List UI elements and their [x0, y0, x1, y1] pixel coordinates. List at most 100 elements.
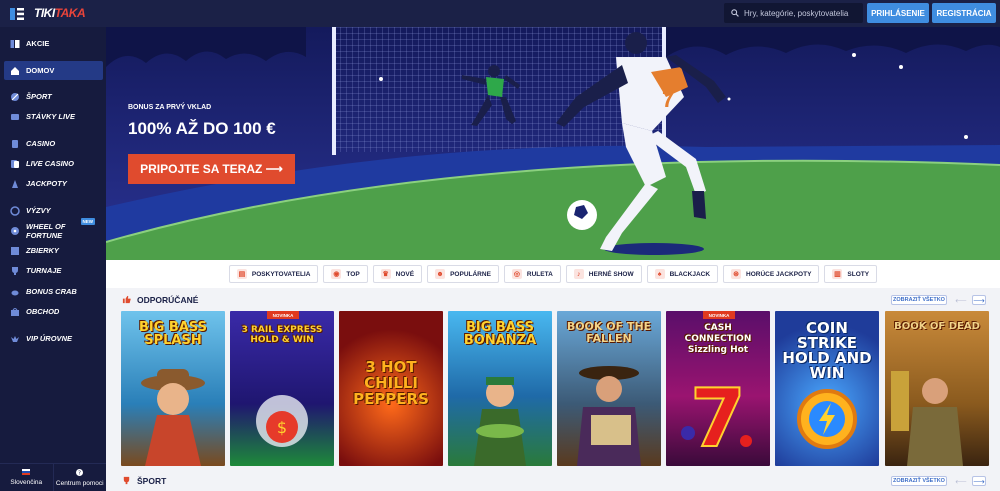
sidebar-item-wheel-of-fortune[interactable]: WHEEL OF FORTUNE NEW	[4, 218, 103, 240]
sidebar-item-label: ZBIERKY	[26, 246, 59, 255]
category-label: TOP	[346, 270, 360, 278]
category-hot-jackpots[interactable]: ⊛ HORÚCE JACKPOTY	[723, 265, 820, 283]
show-all-sport-button[interactable]: ZOBRAZIŤ VŠETKO	[891, 476, 947, 486]
home-icon	[10, 66, 20, 76]
category-bar: ▤ POSKYTOVATELIA ◉ TOP ♛ NOVÉ ☻ POPULÁRNE ◎ R…	[106, 260, 1000, 288]
trophy-icon	[122, 476, 131, 487]
vip-icon	[10, 334, 20, 344]
game-title: 3 HOT CHILLI PEPPERS	[353, 358, 429, 408]
sidebar-item-label: DOMOV	[26, 66, 55, 75]
category-game-show[interactable]: ♪ HERNÉ SHOW	[565, 265, 642, 283]
hero-title: 100% AŽ DO 100 €	[128, 119, 276, 138]
category-label: NOVÉ	[395, 270, 415, 278]
category-slots[interactable]: ▥ SLOTY	[824, 265, 878, 283]
sidebar-item-stavky-live[interactable]: STÁVKY LIVE	[4, 107, 103, 126]
category-label: SLOTY	[847, 270, 870, 278]
svg-text:7: 7	[690, 372, 746, 465]
sidebar-item-sport[interactable]: ŠPORT	[4, 87, 103, 106]
challenges-icon	[10, 205, 20, 216]
game-tile-3-rail-express[interactable]: NOVINKA 3 RAIL EXPRESS HOLD & WIN $	[230, 311, 334, 466]
crab-icon	[10, 287, 20, 297]
sidebar-item-label: JACKPOTY	[26, 179, 67, 188]
category-top[interactable]: ◉ TOP	[323, 265, 368, 283]
game-art	[891, 371, 963, 466]
jackpot-icon	[10, 179, 20, 189]
game-art	[797, 389, 857, 449]
top-bar: TIKITAKA PRIHLÁSENIE REGISTRÁCIA	[0, 0, 1000, 27]
game-tile-coin-strike[interactable]: COIN STRIKE HOLD AND WIN	[775, 311, 879, 466]
wheel-icon	[10, 226, 20, 236]
sidebar-item-vip-urovne[interactable]: VIP ÚROVNE	[4, 329, 103, 348]
sports-ball-icon	[10, 92, 20, 102]
game-tile-3-hot-chilli-peppers[interactable]: 3 HOT CHILLI PEPPERS	[339, 311, 443, 466]
search-input[interactable]	[744, 8, 863, 18]
search-icon	[731, 4, 739, 22]
sidebar-item-label: VIP ÚROVNE	[26, 334, 72, 343]
svg-text:?: ?	[78, 470, 81, 475]
game-tile-big-bass-splash[interactable]: BIG BASS SPLASH	[121, 311, 225, 466]
popular-icon: ☻	[435, 269, 446, 279]
promotions-icon	[10, 39, 20, 49]
sidebar-item-obchod[interactable]: OBCHOD	[4, 302, 103, 321]
sidebar-footer: Slovenčina ? Centrum pomoci	[0, 463, 106, 491]
login-button[interactable]: PRIHLÁSENIE	[867, 3, 929, 23]
category-blackjack[interactable]: ♠ BLACKJACK	[646, 265, 719, 283]
category-label: POPULÁRNE	[450, 270, 491, 278]
game-art	[474, 377, 526, 466]
hero-banner[interactable]: 7 BONUS ZA PRVÝ VKLAD 100% AŽ DO 100 € P…	[106, 27, 1000, 260]
casino-icon	[10, 139, 20, 149]
hot-jackpot-icon: ⊛	[731, 269, 742, 279]
category-providers[interactable]: ▤ POSKYTOVATELIA	[228, 265, 319, 283]
sidebar-item-label: ŠPORT	[26, 92, 52, 101]
join-now-button[interactable]: PRIPOJTE SA TERAZ ⟶	[128, 154, 295, 184]
game-art: 7	[681, 371, 752, 466]
hero-subtitle: BONUS ZA PRVÝ VKLAD	[128, 104, 212, 111]
help-center-button[interactable]: ? Centrum pomoci	[54, 464, 107, 491]
hero-illustration: 7	[106, 27, 1000, 260]
blackjack-icon: ♠	[654, 269, 665, 279]
live-bets-icon	[10, 112, 20, 122]
category-popular[interactable]: ☻ POPULÁRNE	[427, 265, 499, 283]
help-icon: ?	[76, 468, 84, 478]
section-title: ODPORÚČANÉ	[137, 295, 199, 305]
menu-icon[interactable]	[10, 7, 24, 20]
live-casino-icon	[10, 159, 20, 169]
section-recommended-title: ODPORÚČANÉ	[122, 294, 198, 306]
sidebar-item-turnaje[interactable]: TURNAJE	[4, 261, 103, 280]
category-label: HERNÉ SHOW	[588, 270, 634, 278]
game-tile-book-of-the-fallen[interactable]: BOOK OF THE FALLEN	[557, 311, 661, 466]
thumbs-up-icon	[122, 295, 131, 306]
arrow-right-icon[interactable]: ⟶	[972, 295, 986, 305]
arrow-left-icon[interactable]: ⟵	[954, 476, 968, 486]
language-selector[interactable]: Slovenčina	[0, 464, 54, 491]
slots-icon: ▥	[832, 269, 843, 279]
providers-icon: ▤	[236, 269, 247, 279]
top-icon: ◉	[331, 269, 342, 279]
sidebar: AKCIE DOMOV ŠPORT STÁVKY LIVE CASINO LIV…	[0, 27, 106, 491]
arrow-left-icon[interactable]: ⟵	[954, 295, 968, 305]
search-box[interactable]	[724, 3, 863, 23]
sidebar-item-domov[interactable]: DOMOV	[4, 61, 103, 80]
svg-text:$: $	[277, 418, 287, 437]
game-tile-cash-connection[interactable]: NOVINKA CASH CONNECTION Sizzling Hot 7	[666, 311, 770, 466]
category-label: RULETA	[526, 270, 553, 278]
logo[interactable]: TIKITAKA	[34, 6, 86, 20]
arrow-right-icon[interactable]: ⟶	[972, 476, 986, 486]
player-number: 7	[662, 87, 674, 112]
register-button[interactable]: REGISTRÁCIA	[932, 3, 996, 23]
roulette-icon: ◎	[511, 269, 522, 279]
sidebar-item-jackpoty[interactable]: JACKPOTY	[4, 174, 103, 193]
category-new[interactable]: ♛ NOVÉ	[372, 265, 423, 283]
sidebar-item-casino[interactable]: CASINO	[4, 134, 103, 153]
sidebar-item-bonus-crab[interactable]: BONUS CRAB	[4, 282, 103, 301]
section-title: ŠPORT	[137, 476, 167, 486]
sidebar-item-akcie[interactable]: AKCIE	[4, 34, 103, 53]
game-tile-book-of-dead[interactable]: BOOK OF DEAD	[885, 311, 989, 466]
sidebar-item-zbierky[interactable]: ZBIERKY	[4, 241, 103, 260]
show-all-recommended-button[interactable]: ZOBRAZIŤ VŠETKO	[891, 295, 947, 305]
game-tile-big-bass-bonanza[interactable]: BIG BASS BONANZA	[448, 311, 552, 466]
category-roulette[interactable]: ◎ RULETA	[503, 265, 561, 283]
sidebar-item-live-casino[interactable]: LIVE CASINO	[4, 154, 103, 173]
game-art	[577, 366, 641, 466]
slovak-flag-icon	[22, 469, 31, 477]
